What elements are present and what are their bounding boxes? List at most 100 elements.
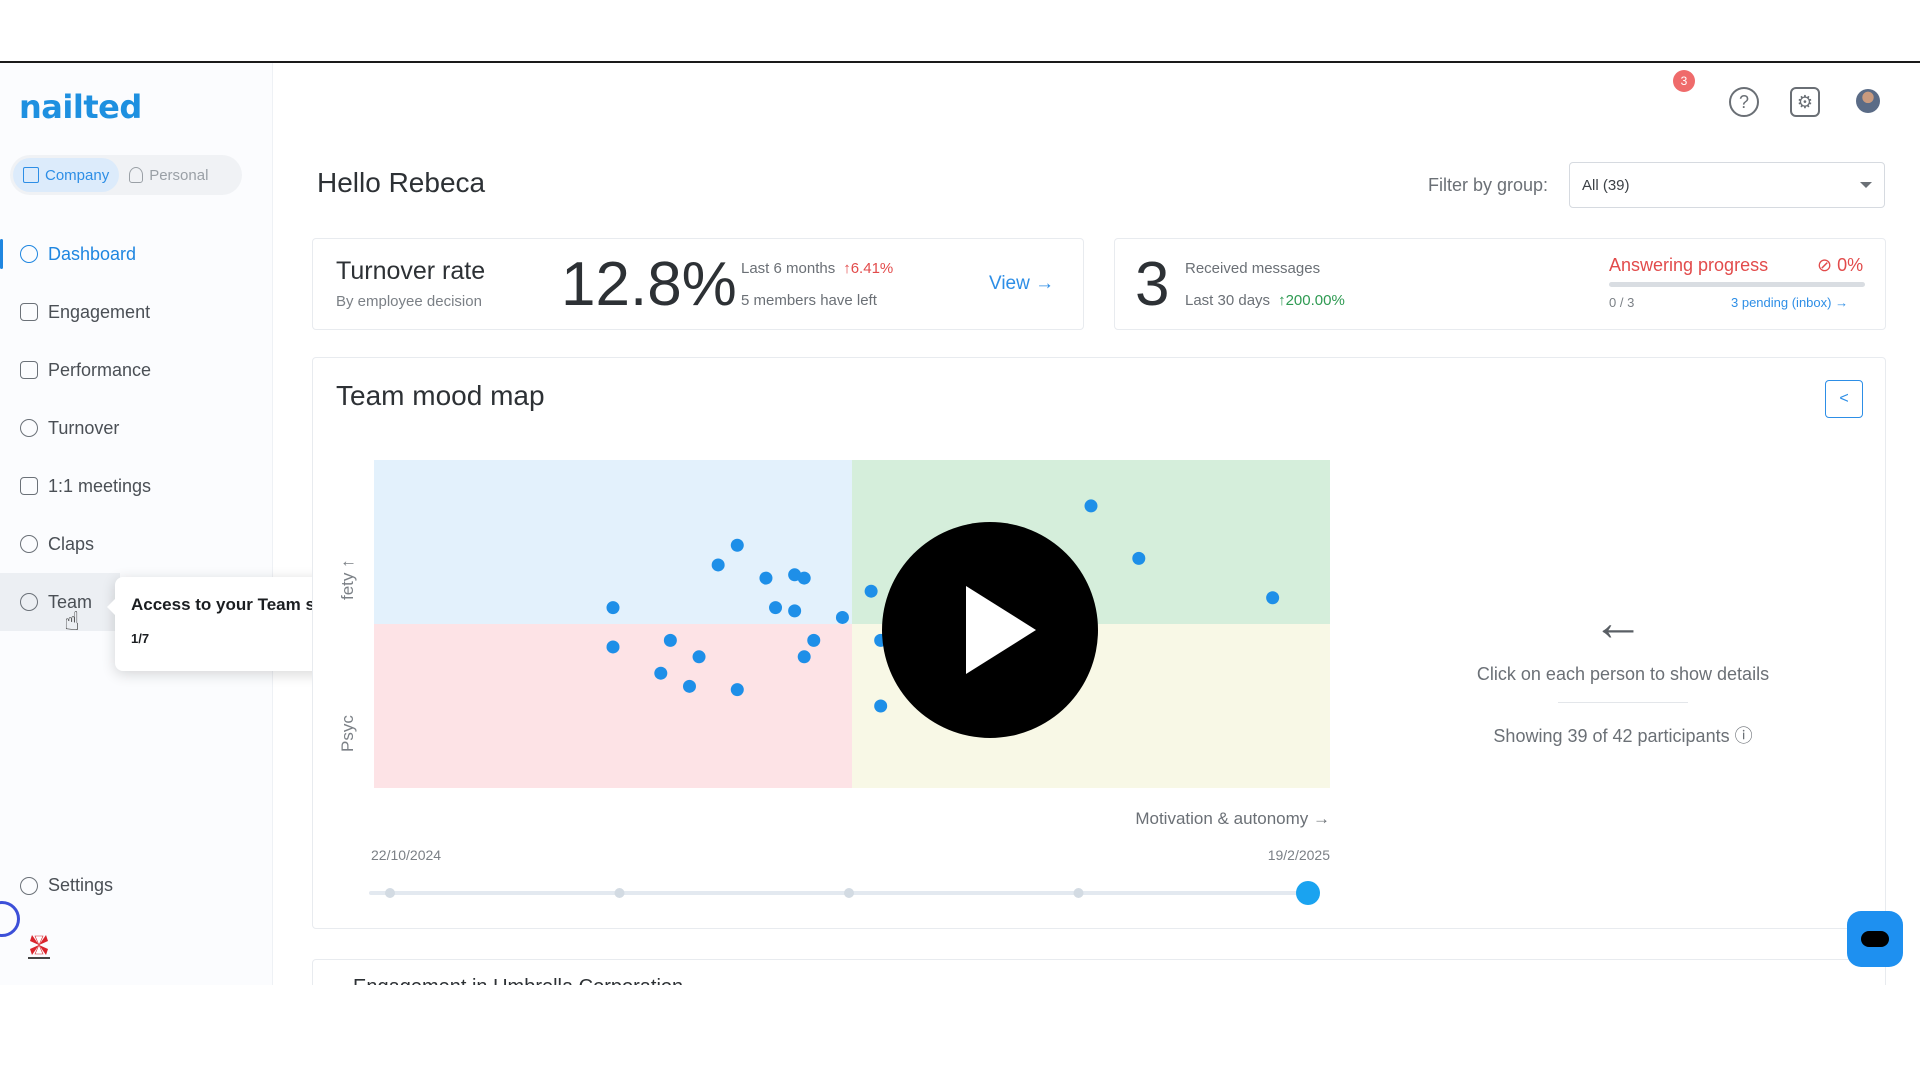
turnover-card: Turnover rate By employee decision 12.8%… [312,238,1084,330]
answering-progress-label: Answering progress [1609,255,1769,275]
scatter-point[interactable] [663,633,677,647]
gear-icon [20,876,38,895]
scatter-point[interactable] [1266,591,1280,605]
person-icon [129,167,144,183]
calendar-icon [20,477,38,495]
scatter-point[interactable] [759,571,773,585]
avatar[interactable] [1856,89,1880,113]
sidebar: nailted Company Personal Dashboard Engag… [0,63,273,985]
scatter-point[interactable] [692,650,706,664]
gear-icon[interactable]: ⚙ [1790,87,1820,117]
messages-period-line: Last 30 days ↑200.00% [1185,292,1345,309]
filter-label: Filter by group: [1428,175,1549,195]
sidebar-item-dashboard[interactable]: Dashboard [0,225,273,283]
sidebar-item-turnover[interactable]: Turnover [0,399,273,457]
engagement-section-title: Engagement in Umbrella Corporation [353,976,683,985]
help-icon[interactable]: ? [1729,87,1759,117]
scatter-point[interactable] [807,633,821,647]
chat-button[interactable] [1847,911,1903,967]
timeline-stop[interactable] [844,888,854,898]
turnover-period: Last 6 months [741,260,836,277]
mood-map-chart: fety ↑ Psyc Motivation & autonomy → 22/10/2… [338,460,1330,905]
answered-count: 0 / 3 [1609,295,1635,310]
messages-card: 3 Received messages Last 30 days ↑200.00%… [1114,238,1886,330]
team-mood-map-card: Team mood map < fety ↑ Psyc Motivation & a… [312,357,1886,929]
group-filter-select[interactable]: All (39) [1569,162,1885,208]
pending-inbox-link[interactable]: 3 pending (inbox) → [1731,295,1848,310]
refresh-icon [20,419,38,437]
hand-cursor-icon: ☝ [64,606,80,636]
video-play-button[interactable] [882,522,1098,738]
messages-change: ↑200.00% [1278,292,1345,309]
app-logo[interactable]: nailted [19,88,142,126]
scatter-point[interactable] [874,699,888,713]
divider [1558,702,1688,703]
sidebar-item-label: Turnover [48,417,120,438]
sidebar-item-meetings[interactable]: 1:1 meetings [0,457,273,515]
clap-icon [20,535,38,553]
scatter-point[interactable] [682,679,696,693]
scatter-point[interactable] [606,601,620,615]
company-mode-button[interactable]: Company [13,158,120,192]
answering-progress-bar [1609,282,1865,287]
sidebar-item-label: Performance [48,359,152,380]
x-axis-label: Motivation & autonomy → [1135,809,1330,828]
group-filter-value: All (39) [1582,176,1630,194]
sidebar-item-settings[interactable]: Settings [20,875,113,896]
sidebar-item-team[interactable]: Team [0,573,120,631]
answering-progress-percent: ⊘ 0% [1817,255,1864,275]
arrow-left-icon: ← [1592,594,1644,652]
timeline-stop[interactable] [1073,888,1084,898]
engagement-section-card: Engagement in Umbrella Corporation [312,959,1886,985]
participants-count: Showing 39 of 42 participants ⓘ [1493,726,1753,746]
notification-badge[interactable]: 3 [1673,70,1695,92]
turnover-subtitle: By employee decision [336,293,482,310]
scatter-point[interactable] [606,640,620,654]
scatter-point[interactable] [1084,499,1098,513]
messages-period: Last 30 days [1185,292,1271,309]
scatter-point[interactable] [711,558,725,572]
scatter-point[interactable] [797,571,811,585]
engagement-icon [20,303,38,321]
turnover-period-line: Last 6 months ↑6.41% [741,260,893,277]
turnover-value: 12.8% [561,250,737,319]
sidebar-item-label: Dashboard [48,243,137,264]
scatter-point[interactable] [788,604,802,618]
record-indicator [0,901,20,937]
timeline-stop[interactable] [385,888,395,898]
sidebar-item-label: Engagement [48,301,151,322]
company-logo [28,935,50,959]
sidebar-item-performance[interactable]: Performance [0,341,273,399]
sidebar-nav: Dashboard Engagement Performance Turnove… [0,225,273,631]
app-window: nailted Company Personal Dashboard Engag… [0,61,1920,985]
sidebar-item-claps[interactable]: Claps [0,515,273,573]
scatter-point[interactable] [654,666,668,680]
personal-mode-label: Personal [149,166,209,184]
turnover-view-link[interactable]: View → [989,273,1054,295]
team-icon [20,593,38,611]
turnover-members-left: 5 members have left [741,292,877,309]
company-mode-label: Company [45,166,110,184]
gauge-icon [20,245,38,263]
timeline-start-date: 22/10/2024 [371,847,441,863]
building-icon [23,167,39,183]
timeline-handle[interactable] [1296,881,1320,905]
scatter-point[interactable] [769,601,783,615]
scatter-point[interactable] [730,683,744,697]
chevron-down-icon [1860,182,1872,188]
messages-count: 3 [1135,250,1170,319]
personal-mode-button[interactable]: Personal [119,158,218,192]
scatter-point[interactable] [864,584,878,598]
timeline-end-date: 19/2/2025 [1268,847,1330,863]
scatter-point[interactable] [730,538,744,552]
timeline-stop[interactable] [614,888,625,898]
quadrant-top-left [374,460,852,624]
scatter-point[interactable] [797,650,811,664]
scatter-point[interactable] [1132,551,1146,565]
y-axis-label-lower: Psyc [338,715,357,752]
sidebar-item-engagement[interactable]: Engagement [0,283,273,341]
sidebar-item-label: Settings [48,875,114,895]
sidebar-item-label: 1:1 meetings [48,475,152,496]
turnover-change: ↑6.41% [843,260,894,277]
scatter-point[interactable] [835,610,849,624]
